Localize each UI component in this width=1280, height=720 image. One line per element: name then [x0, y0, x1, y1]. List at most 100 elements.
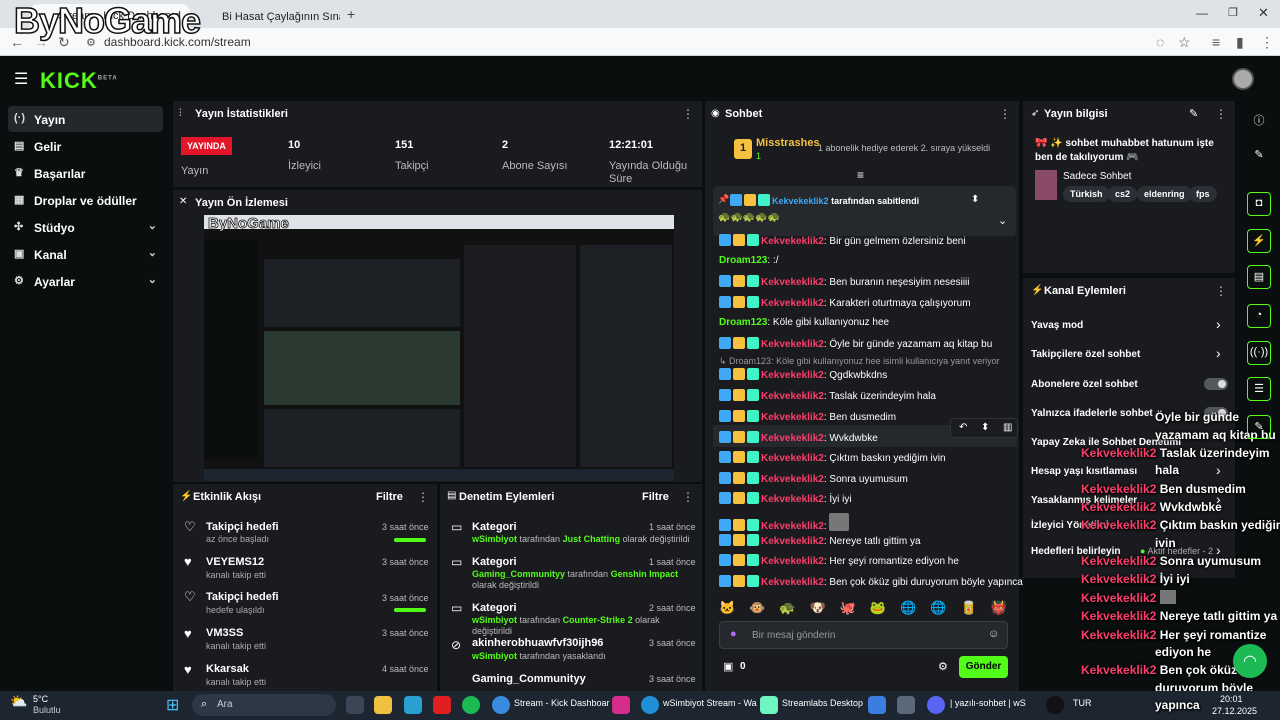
- taskbar-chrome-label[interactable]: Stream - Kick Dashboar: [514, 698, 610, 708]
- moderation-filter-button[interactable]: Filtre: [642, 491, 669, 503]
- support-icon[interactable]: ◠: [1233, 644, 1267, 678]
- tag[interactable]: eldenring: [1137, 186, 1192, 202]
- chat-icon[interactable]: ◔: [1247, 304, 1271, 328]
- kick-logo[interactable]: KICKBETA: [40, 68, 118, 94]
- app-icon[interactable]: [897, 696, 915, 714]
- chevron-right-icon[interactable]: ›: [1216, 462, 1221, 478]
- preview-title: Yayın Ön İzlemesi: [195, 197, 288, 209]
- chevron-right-icon[interactable]: ›: [1216, 316, 1221, 332]
- search-icon: ⌕: [201, 698, 208, 710]
- sidebar-item-studyo[interactable]: ✣ Stüdyo ⌄: [8, 214, 163, 240]
- points-value: 0: [740, 661, 746, 672]
- close-icon[interactable]: ✕: [1258, 5, 1269, 21]
- task-view-icon[interactable]: [346, 696, 364, 714]
- info-icon[interactable]: ⓘ: [1247, 108, 1271, 132]
- activity-filter-button[interactable]: Filtre: [376, 491, 403, 503]
- live-badge: YAYINDA: [181, 137, 232, 155]
- action-slow-mode[interactable]: Yavaş mod: [1031, 320, 1083, 331]
- hamburger-icon[interactable]: ☰: [14, 69, 28, 89]
- tag[interactable]: Türkish: [1063, 186, 1110, 202]
- more-icon[interactable]: ⋮: [1260, 34, 1274, 51]
- broadcast-icon[interactable]: ((·)): [1247, 341, 1271, 365]
- edit-icon[interactable]: ✎: [1189, 107, 1198, 120]
- tag[interactable]: fps: [1189, 186, 1217, 202]
- stream-preview-video[interactable]: ByNoGame: [204, 215, 674, 481]
- overlay-line: Kekvekeklik2 Her şeyi romantize: [1081, 628, 1267, 642]
- bynogame-logo: ByNoGame: [13, 0, 202, 42]
- top-gifter-name[interactable]: Misstrashes: [756, 137, 820, 149]
- file-explorer-icon[interactable]: [374, 696, 392, 714]
- reply-icon[interactable]: ↶: [959, 422, 967, 433]
- taskbar-search[interactable]: ⌕ Ara: [192, 694, 336, 716]
- discord-icon[interactable]: [927, 696, 945, 714]
- taskbar-edge-label[interactable]: wSimbiyot Stream - Wa: [663, 698, 757, 708]
- chat-input[interactable]: ● Bir mesaj gönderin ☺: [719, 621, 1008, 649]
- avatar[interactable]: [1232, 68, 1254, 90]
- subs-only-toggle[interactable]: [1204, 378, 1228, 390]
- extension-icon[interactable]: ▮: [1236, 34, 1244, 51]
- sidebar-item-droplar[interactable]: ▦ Droplar ve ödüller: [8, 187, 163, 213]
- minimize-icon[interactable]: —: [1196, 6, 1208, 20]
- eye-off-icon[interactable]: ◌: [1156, 34, 1164, 50]
- streamlabs-icon[interactable]: [760, 696, 778, 714]
- windows-start-icon[interactable]: ⊞: [166, 695, 179, 715]
- weather-icon: ⛅: [10, 693, 28, 709]
- new-tab-icon[interactable]: +: [347, 6, 355, 22]
- points-icon[interactable]: ▣: [723, 660, 733, 673]
- outlook-icon[interactable]: [868, 696, 886, 714]
- action-account-age[interactable]: Hesap yaşı kısıtlaması: [1031, 466, 1137, 477]
- message-actions: ↶ ⬍ ▥: [950, 418, 1018, 438]
- edit-icon[interactable]: ✎: [1247, 415, 1271, 439]
- more-icon[interactable]: ⋮: [1215, 284, 1227, 298]
- capture-icon[interactable]: ◘: [1247, 192, 1271, 216]
- more-icon[interactable]: ⋮: [682, 490, 694, 504]
- chrome-icon[interactable]: [492, 696, 510, 714]
- more-icon[interactable]: ⋮: [999, 107, 1011, 121]
- category-name[interactable]: Sadece Sohbet: [1063, 171, 1131, 182]
- followers-count: 151: [395, 139, 414, 151]
- activity-item-title: Kkarsak: [206, 663, 249, 675]
- chevron-down-icon[interactable]: ⌄: [998, 214, 1007, 227]
- delete-icon[interactable]: ▥: [1003, 422, 1012, 433]
- more-icon[interactable]: ⋮: [417, 490, 429, 504]
- taskbar-lang[interactable]: TUR: [1073, 698, 1092, 708]
- kick-header: ☰ KICKBETA: [0, 57, 1280, 101]
- preview-nested: [264, 331, 460, 405]
- emote-bar[interactable]: 🐱🐵🐢🐶🐙🐸🌐🌐🥫👹: [719, 600, 1011, 616]
- emoji-icon[interactable]: ☺: [988, 628, 999, 640]
- sidebar-item-ayarlar[interactable]: ⚙ Ayarlar ⌄: [8, 268, 163, 294]
- mic-icon[interactable]: ●: [730, 628, 737, 640]
- instagram-icon[interactable]: [612, 696, 630, 714]
- taskbar-discord-label[interactable]: | yazılı-sohbet | wS: [950, 698, 1026, 708]
- lightning-icon[interactable]: ⚡: [1247, 229, 1271, 253]
- document-icon[interactable]: ▤: [1247, 265, 1271, 289]
- list-icon[interactable]: ☰: [1247, 377, 1271, 401]
- tab-second[interactable]: Bi Hasat Çaylağının Sınavı! 😱: [194, 4, 340, 28]
- star-icon[interactable]: ☆: [1178, 34, 1191, 51]
- edge-icon[interactable]: [641, 696, 659, 714]
- edit-icon[interactable]: ✎: [1247, 144, 1271, 168]
- maximize-icon[interactable]: ❐: [1228, 6, 1238, 19]
- tiktok-icon[interactable]: [1046, 696, 1064, 714]
- sidebar-item-yayin[interactable]: (·) Yayın: [8, 106, 163, 132]
- mod-item-title: Kategori: [472, 521, 517, 533]
- more-icon[interactable]: ⋮: [1215, 107, 1227, 121]
- sidebar-item-gelir[interactable]: ▤ Gelir: [8, 133, 163, 159]
- pin-icon[interactable]: ⬍: [981, 422, 989, 433]
- playlist-icon[interactable]: ≡: [1212, 34, 1220, 50]
- tag[interactable]: cs2: [1108, 186, 1138, 202]
- sidebar-item-basarilar[interactable]: ♛ Başarılar: [8, 160, 163, 186]
- chevron-right-icon[interactable]: ›: [1216, 345, 1221, 361]
- spotify-icon[interactable]: [462, 696, 480, 714]
- youtube-icon[interactable]: [433, 696, 451, 714]
- taskbar-streamlabs-label[interactable]: Streamlabs Desktop: [782, 698, 863, 708]
- filter-icon[interactable]: ≡: [857, 168, 864, 182]
- action-followers-only[interactable]: Takipçilere özel sohbet: [1031, 349, 1140, 360]
- settings-icon[interactable]: ⚙: [938, 660, 948, 673]
- sidebar-item-kanal[interactable]: ▣ Kanal ⌄: [8, 241, 163, 267]
- send-button[interactable]: Gönder: [959, 656, 1008, 678]
- chat-message: Kekvekeklik2:: [719, 513, 851, 532]
- store-icon[interactable]: [404, 696, 422, 714]
- unpin-icon[interactable]: ⬍: [971, 194, 979, 205]
- more-icon[interactable]: ⋮: [682, 107, 694, 121]
